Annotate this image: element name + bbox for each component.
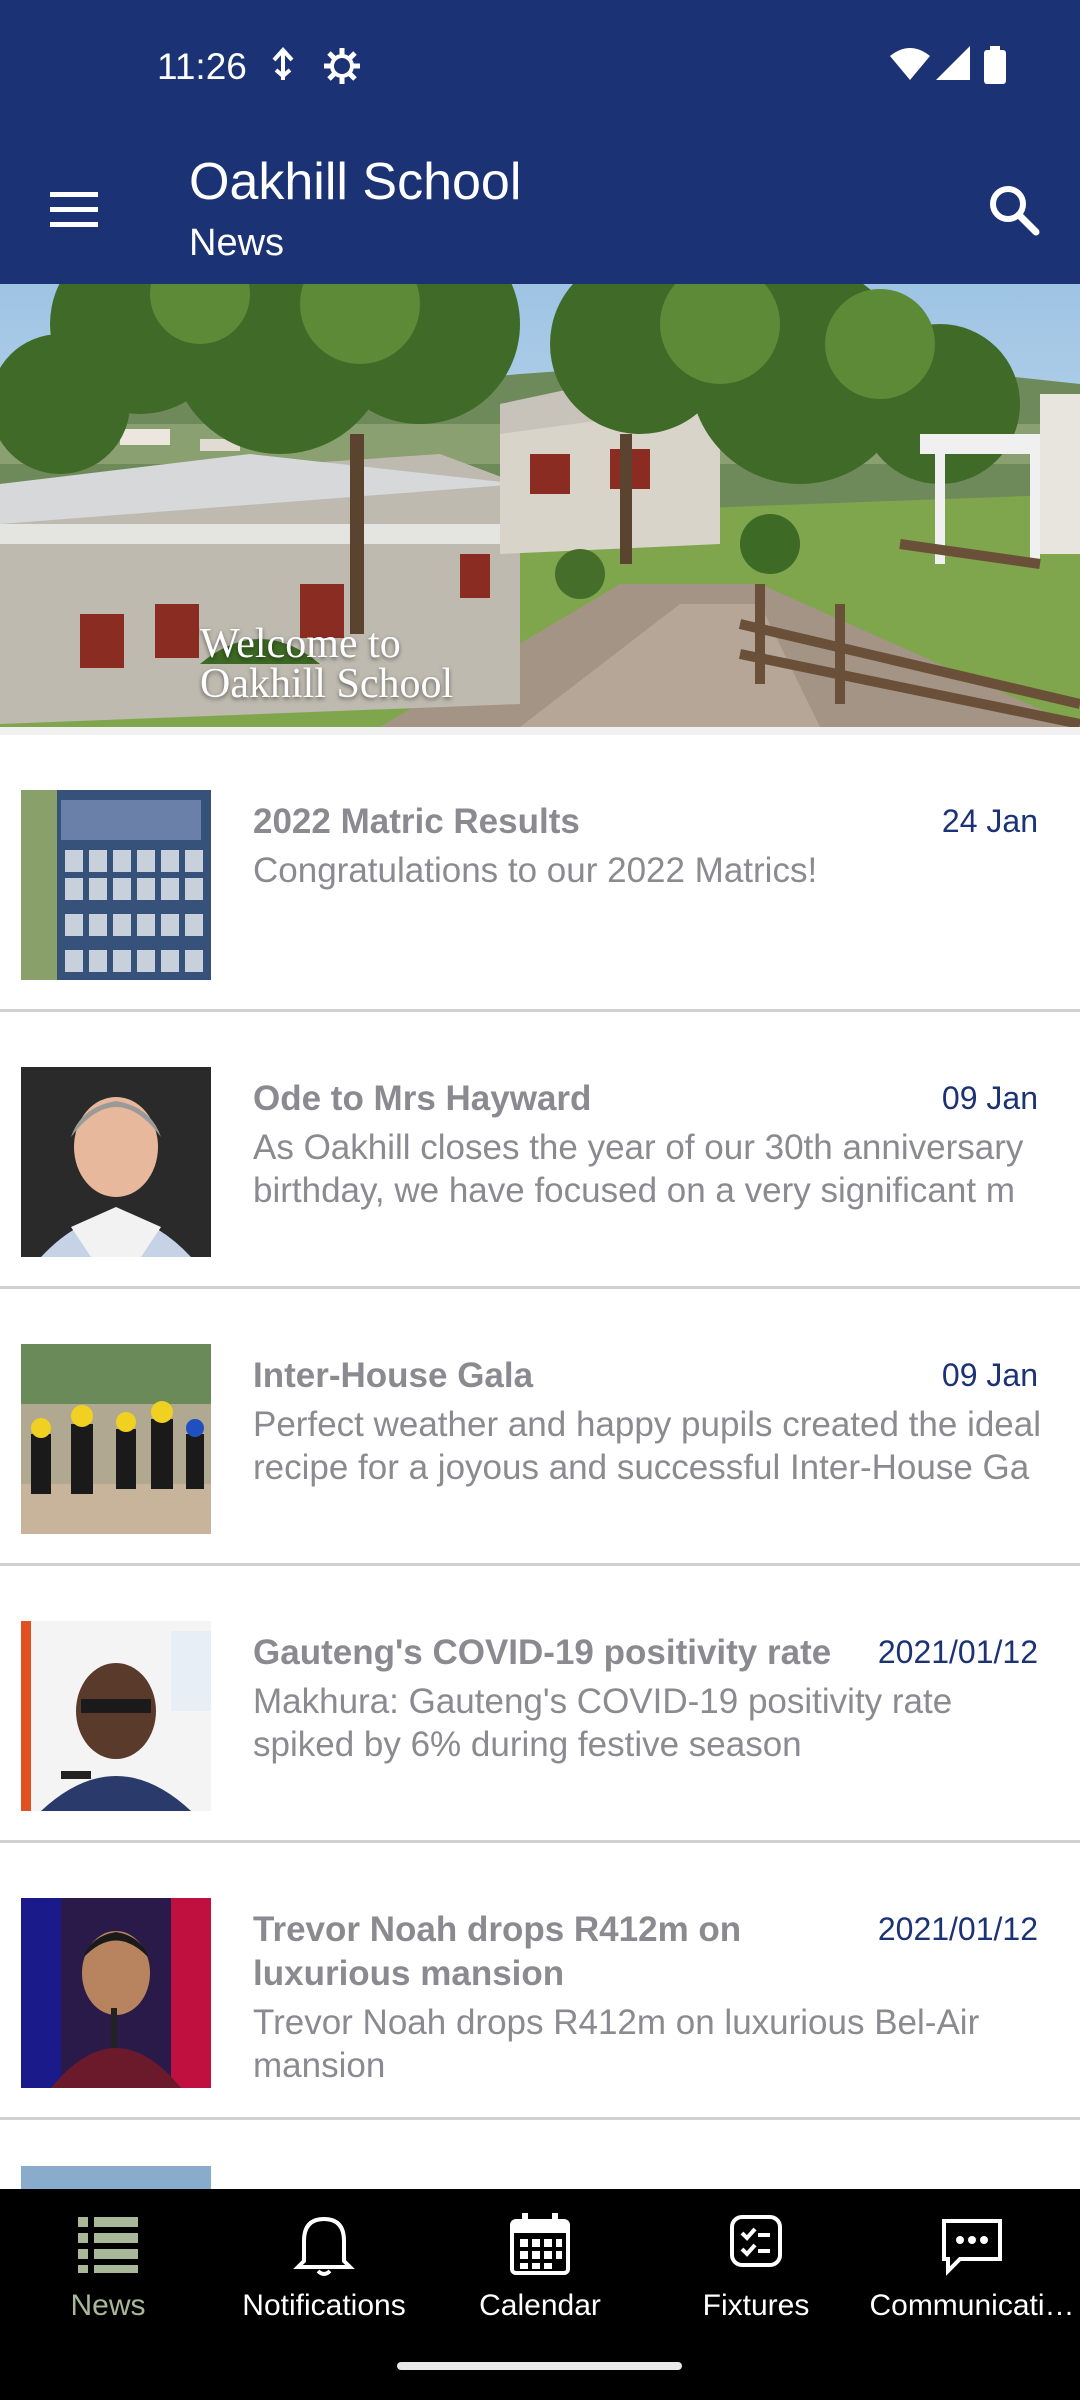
- nav-fixtures[interactable]: Fixtures: [648, 2207, 864, 2347]
- nav-communication[interactable]: Communicati…: [864, 2207, 1080, 2347]
- news-description: Congratulations to our 2022 Matrics!: [253, 851, 818, 890]
- search-icon: [990, 186, 1040, 236]
- news-item-gauteng-covid[interactable]: Gauteng's COVID-19 positivity rate 2021/…: [0, 1566, 1080, 1843]
- comedian-on-stage-image: [21, 1898, 211, 2088]
- data-saver-icon: [272, 47, 294, 80]
- battery-icon: [984, 46, 1006, 84]
- chat-icon: [942, 2219, 1002, 2276]
- nav-label: Communicati…: [869, 2289, 1075, 2322]
- nav-label: Fixtures: [702, 2289, 810, 2322]
- app-subtitle: News: [189, 222, 285, 264]
- news-title: Inter-House Gala: [253, 1356, 534, 1395]
- portrait-woman-image: [21, 1067, 211, 1257]
- news-description: Makhura: Gauteng's COVID-19 positivity r…: [253, 1682, 953, 1764]
- nav-label: News: [70, 2289, 146, 2322]
- nav-news[interactable]: News: [0, 2207, 216, 2347]
- news-item-ode-to-mrs-hayward[interactable]: Ode to Mrs Hayward 09 Jan As Oakhill clo…: [0, 1012, 1080, 1289]
- bell-icon: [293, 2216, 355, 2276]
- nav-calendar[interactable]: Calendar: [432, 2207, 648, 2347]
- partial-thumbnail-image: [21, 2166, 211, 2189]
- news-thumbnail: [21, 1344, 211, 1534]
- hero-image: [0, 284, 1080, 727]
- news-thumbnail: [21, 790, 211, 980]
- nav-notifications[interactable]: Notifications: [216, 2207, 432, 2347]
- news-date: 09 Jan: [941, 1357, 1038, 1393]
- news-date: 2021/01/12: [877, 1911, 1038, 1947]
- search-button[interactable]: [980, 176, 1050, 246]
- news-date: 24 Jan: [941, 803, 1038, 839]
- news-title: Trevor Noah drops R412m on luxurious man…: [253, 1910, 742, 1993]
- news-thumbnail: [21, 1898, 211, 2088]
- news-thumbnail: [21, 2166, 211, 2189]
- news-date: 2021/01/12: [877, 1634, 1038, 1670]
- news-thumbnail: [21, 1067, 211, 1257]
- settings-gear-icon: [324, 48, 360, 84]
- news-item-inter-house-gala[interactable]: Inter-House Gala 09 Jan Perfect weather …: [0, 1289, 1080, 1566]
- calendar-icon: [510, 2213, 570, 2275]
- status-time: 11:26: [157, 46, 247, 87]
- home-indicator[interactable]: [397, 2362, 682, 2370]
- news-list: 2022 Matric Results 24 Jan Congratulatio…: [0, 727, 1080, 2189]
- hero-welcome-line2: Oakhill School: [200, 661, 454, 707]
- app-title: Oakhill School: [189, 153, 522, 211]
- menu-button[interactable]: [40, 180, 110, 240]
- matric-results-poster-image: [21, 790, 211, 980]
- news-title: Gauteng's COVID-19 positivity rate: [253, 1633, 832, 1672]
- swimming-gala-image: [21, 1344, 211, 1534]
- news-description: Trevor Noah drops R412m on luxurious Bel…: [253, 2003, 980, 2085]
- news-title: Ode to Mrs Hayward: [253, 1079, 592, 1118]
- news-date: 09 Jan: [941, 1080, 1038, 1116]
- hero-banner: Welcome to Oakhill School: [0, 284, 1080, 727]
- list-icon: [78, 2217, 138, 2273]
- nav-label: Notifications: [242, 2289, 406, 2322]
- news-item-matric-results[interactable]: 2022 Matric Results 24 Jan Congratulatio…: [0, 735, 1080, 1012]
- app-bar: 11:26 Oakhill School News: [0, 0, 1080, 284]
- news-item-trevor-noah[interactable]: Trevor Noah drops R412m on luxurious man…: [0, 1843, 1080, 2120]
- wifi-icon: [890, 48, 930, 80]
- signal-icon: [936, 46, 970, 80]
- nav-label: Calendar: [479, 2289, 601, 2322]
- press-conference-image: [21, 1621, 211, 1811]
- news-item-partial[interactable]: [0, 2120, 1080, 2189]
- news-title: 2022 Matric Results: [253, 802, 580, 841]
- news-description: Perfect weather and happy pupils created…: [253, 1405, 1042, 1487]
- checklist-icon: [730, 2215, 782, 2267]
- news-thumbnail: [21, 1621, 211, 1811]
- hamburger-menu-icon: [50, 192, 98, 227]
- news-description: As Oakhill closes the year of our 30th a…: [253, 1128, 1024, 1210]
